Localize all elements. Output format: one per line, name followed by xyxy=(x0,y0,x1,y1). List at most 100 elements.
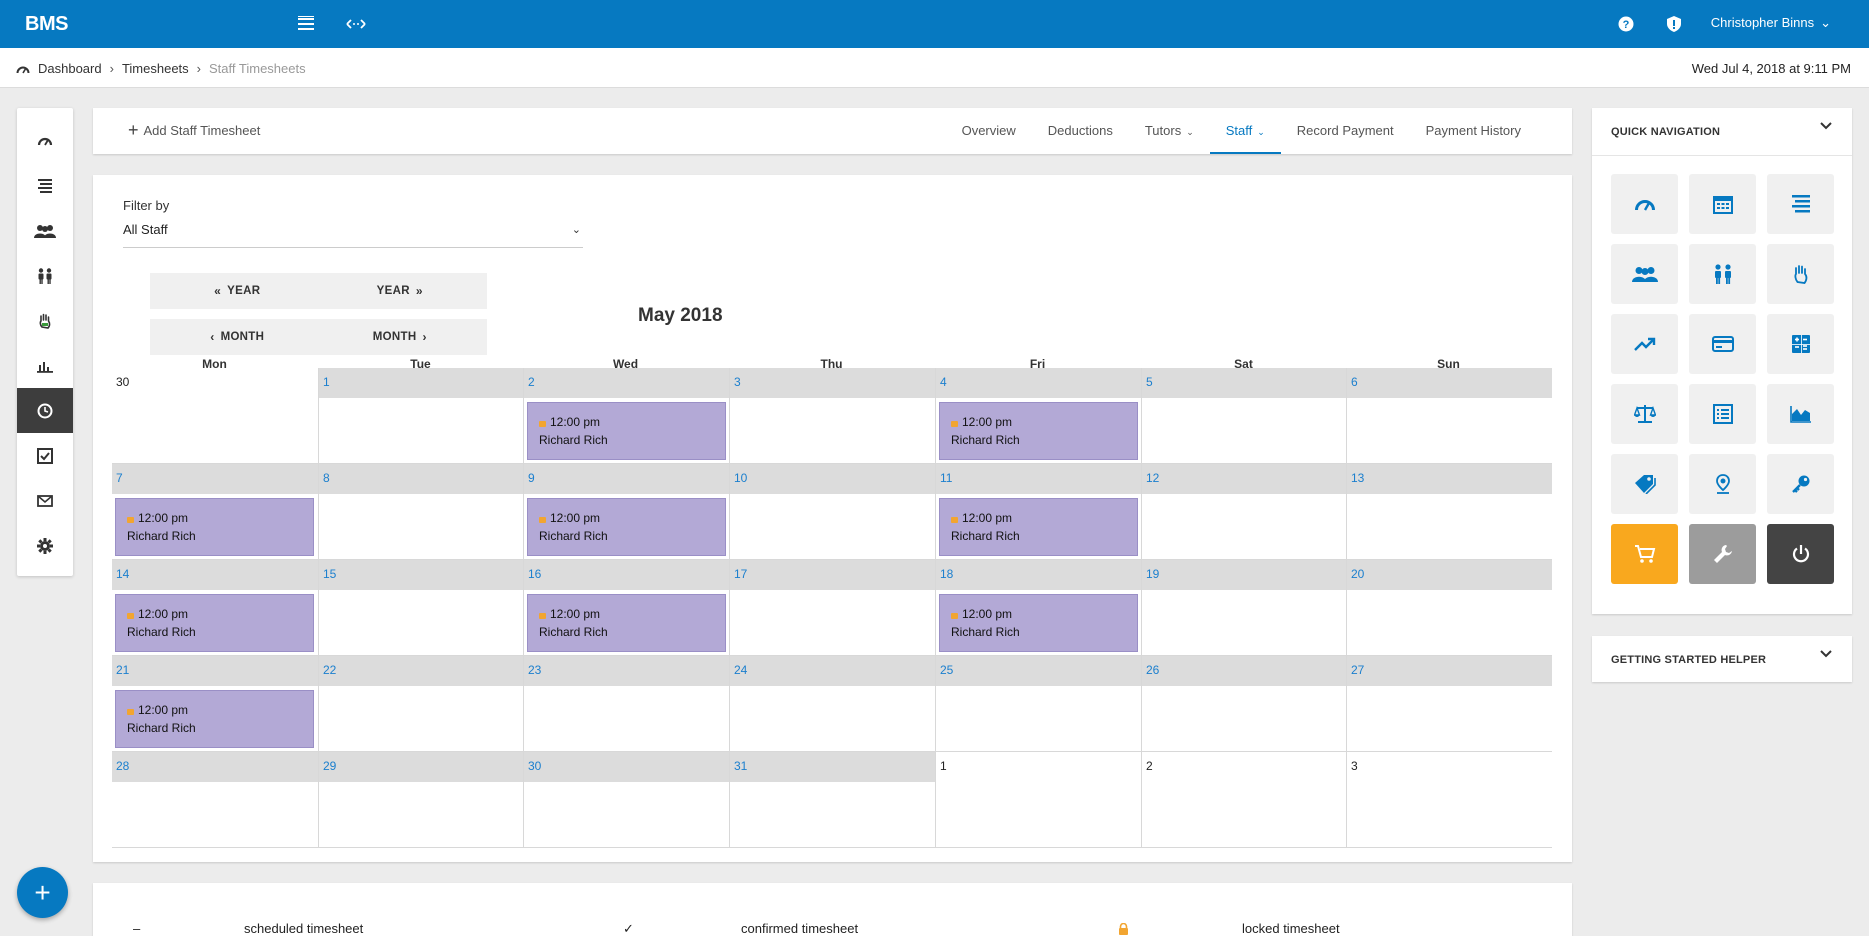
prev-year-button[interactable]: « YEAR xyxy=(150,273,319,309)
sidebar-item-tutors[interactable] xyxy=(17,253,73,298)
sidebar-item-tasks[interactable] xyxy=(17,433,73,478)
quick-nav-access[interactable] xyxy=(1767,454,1834,514)
sidebar-item-list[interactable] xyxy=(17,163,73,208)
calendar-day-cell[interactable]: 31 xyxy=(729,752,935,848)
calendar-day-cell[interactable]: 30 xyxy=(523,752,729,848)
day-number[interactable]: 1 xyxy=(940,759,947,773)
calendar-day-cell[interactable]: 20 xyxy=(1346,560,1552,656)
day-number[interactable]: 2 xyxy=(1146,759,1153,773)
calendar-day-cell[interactable]: 19 xyxy=(1141,560,1347,656)
tab-record-payment[interactable]: Record Payment xyxy=(1281,108,1410,154)
tab-overview[interactable]: Overview xyxy=(946,108,1032,154)
quick-nav-trends[interactable] xyxy=(1611,314,1678,374)
calendar-day-cell[interactable]: 18 12:00 pm Richard Rich xyxy=(935,560,1141,656)
calendar-day-cell[interactable]: 22 xyxy=(318,656,524,752)
day-number[interactable]: 22 xyxy=(323,663,336,677)
day-number[interactable]: 16 xyxy=(528,567,541,581)
calendar-day-cell[interactable]: 25 xyxy=(935,656,1141,752)
day-number[interactable]: 4 xyxy=(940,375,947,389)
calendar-day-cell[interactable]: 6 xyxy=(1346,368,1552,464)
quick-nav-dashboard[interactable] xyxy=(1611,174,1678,234)
chevron-down-icon[interactable] xyxy=(1820,650,1832,658)
timesheet-event[interactable]: 12:00 pm Richard Rich xyxy=(939,402,1138,460)
menu-icon[interactable] xyxy=(294,12,318,36)
calendar-day-cell[interactable]: 7 12:00 pm Richard Rich xyxy=(112,464,318,560)
day-number[interactable]: 1 xyxy=(323,375,330,389)
breadcrumb-dashboard[interactable]: Dashboard xyxy=(38,61,102,76)
calendar-day-cell[interactable]: 14 12:00 pm Richard Rich xyxy=(112,560,318,656)
calendar-day-cell[interactable]: 9 12:00 pm Richard Rich xyxy=(523,464,729,560)
day-number[interactable]: 30 xyxy=(116,375,129,389)
day-number[interactable]: 23 xyxy=(528,663,541,677)
calendar-day-cell[interactable]: 2 12:00 pm Richard Rich xyxy=(523,368,729,464)
user-menu[interactable]: Christopher Binns ⌄ xyxy=(1711,15,1831,31)
prev-month-button[interactable]: ‹ MONTH xyxy=(150,319,319,355)
day-number[interactable]: 2 xyxy=(528,375,535,389)
help-icon[interactable]: ? xyxy=(1614,12,1638,36)
quick-nav-tags[interactable] xyxy=(1611,454,1678,514)
breadcrumb-timesheets[interactable]: Timesheets xyxy=(122,61,189,76)
timesheet-event[interactable]: 12:00 pm Richard Rich xyxy=(939,594,1138,652)
calendar-day-cell[interactable]: 4 12:00 pm Richard Rich xyxy=(935,368,1141,464)
quick-nav-tutors[interactable] xyxy=(1689,244,1756,304)
quick-nav-calculator[interactable] xyxy=(1767,314,1834,374)
sidebar-item-dashboard[interactable] xyxy=(17,118,73,163)
calendar-day-cell[interactable]: 21 12:00 pm Richard Rich xyxy=(112,656,318,752)
calendar-day-cell[interactable]: 11 12:00 pm Richard Rich xyxy=(935,464,1141,560)
calendar-day-cell[interactable]: 12 xyxy=(1141,464,1347,560)
day-number[interactable]: 29 xyxy=(323,759,336,773)
calendar-day-cell[interactable]: 3 xyxy=(729,368,935,464)
getting-started-panel[interactable]: GETTING STARTED HELPER xyxy=(1592,636,1852,682)
day-number[interactable]: 10 xyxy=(734,471,747,485)
sidebar-item-settings[interactable] xyxy=(17,523,73,568)
calendar-day-cell[interactable]: 15 xyxy=(318,560,524,656)
day-number[interactable]: 24 xyxy=(734,663,747,677)
brand-logo[interactable]: BMS xyxy=(25,13,68,36)
day-number[interactable]: 26 xyxy=(1146,663,1159,677)
tab-deductions[interactable]: Deductions xyxy=(1032,108,1129,154)
sidebar-item-messages[interactable] xyxy=(17,478,73,523)
calendar-day-cell[interactable]: 1 xyxy=(935,752,1141,848)
shield-icon[interactable] xyxy=(1662,12,1686,36)
calendar-day-cell[interactable]: 1 xyxy=(318,368,524,464)
chevron-down-icon[interactable] xyxy=(1820,122,1832,130)
timesheet-event[interactable]: 12:00 pm Richard Rich xyxy=(527,402,726,460)
calendar-day-cell[interactable]: 28 xyxy=(112,752,318,848)
day-number[interactable]: 12 xyxy=(1146,471,1159,485)
calendar-day-cell[interactable]: 23 xyxy=(523,656,729,752)
calendar-day-cell[interactable]: 10 xyxy=(729,464,935,560)
day-number[interactable]: 8 xyxy=(323,471,330,485)
day-number[interactable]: 30 xyxy=(528,759,541,773)
quick-nav-table[interactable] xyxy=(1689,384,1756,444)
quick-nav-payments[interactable] xyxy=(1689,314,1756,374)
tab-tutors[interactable]: Tutors ⌄ xyxy=(1129,108,1210,154)
tab-staff[interactable]: Staff ⌄ xyxy=(1209,108,1281,154)
day-number[interactable]: 15 xyxy=(323,567,336,581)
day-number[interactable]: 25 xyxy=(940,663,953,677)
quick-nav-balance[interactable] xyxy=(1611,384,1678,444)
timesheet-event[interactable]: 12:00 pm Richard Rich xyxy=(115,690,314,748)
add-fab-button[interactable]: + xyxy=(17,867,68,918)
day-number[interactable]: 18 xyxy=(940,567,953,581)
calendar-day-cell[interactable]: 13 xyxy=(1346,464,1552,560)
calendar-day-cell[interactable]: 16 12:00 pm Richard Rich xyxy=(523,560,729,656)
calendar-day-cell[interactable]: 24 xyxy=(729,656,935,752)
day-number[interactable]: 14 xyxy=(116,567,129,581)
calendar-day-cell[interactable]: 3 xyxy=(1346,752,1552,848)
timesheet-event[interactable]: 12:00 pm Richard Rich xyxy=(527,498,726,556)
timesheet-event[interactable]: 12:00 pm Richard Rich xyxy=(115,594,314,652)
tab-payment-history[interactable]: Payment History xyxy=(1410,108,1537,154)
day-number[interactable]: 19 xyxy=(1146,567,1159,581)
sidebar-item-reports[interactable] xyxy=(17,343,73,388)
quick-nav-list[interactable] xyxy=(1767,174,1834,234)
day-number[interactable]: 3 xyxy=(734,375,741,389)
day-number[interactable]: 11 xyxy=(940,471,952,485)
day-number[interactable]: 3 xyxy=(1351,759,1358,773)
day-number[interactable]: 9 xyxy=(528,471,535,485)
next-year-button[interactable]: YEAR » xyxy=(319,273,488,309)
day-number[interactable]: 6 xyxy=(1351,375,1358,389)
calendar-day-cell[interactable]: 26 xyxy=(1141,656,1347,752)
quick-nav-logout[interactable] xyxy=(1767,524,1834,584)
sidebar-item-timesheets[interactable] xyxy=(17,388,73,433)
day-number[interactable]: 20 xyxy=(1351,567,1364,581)
